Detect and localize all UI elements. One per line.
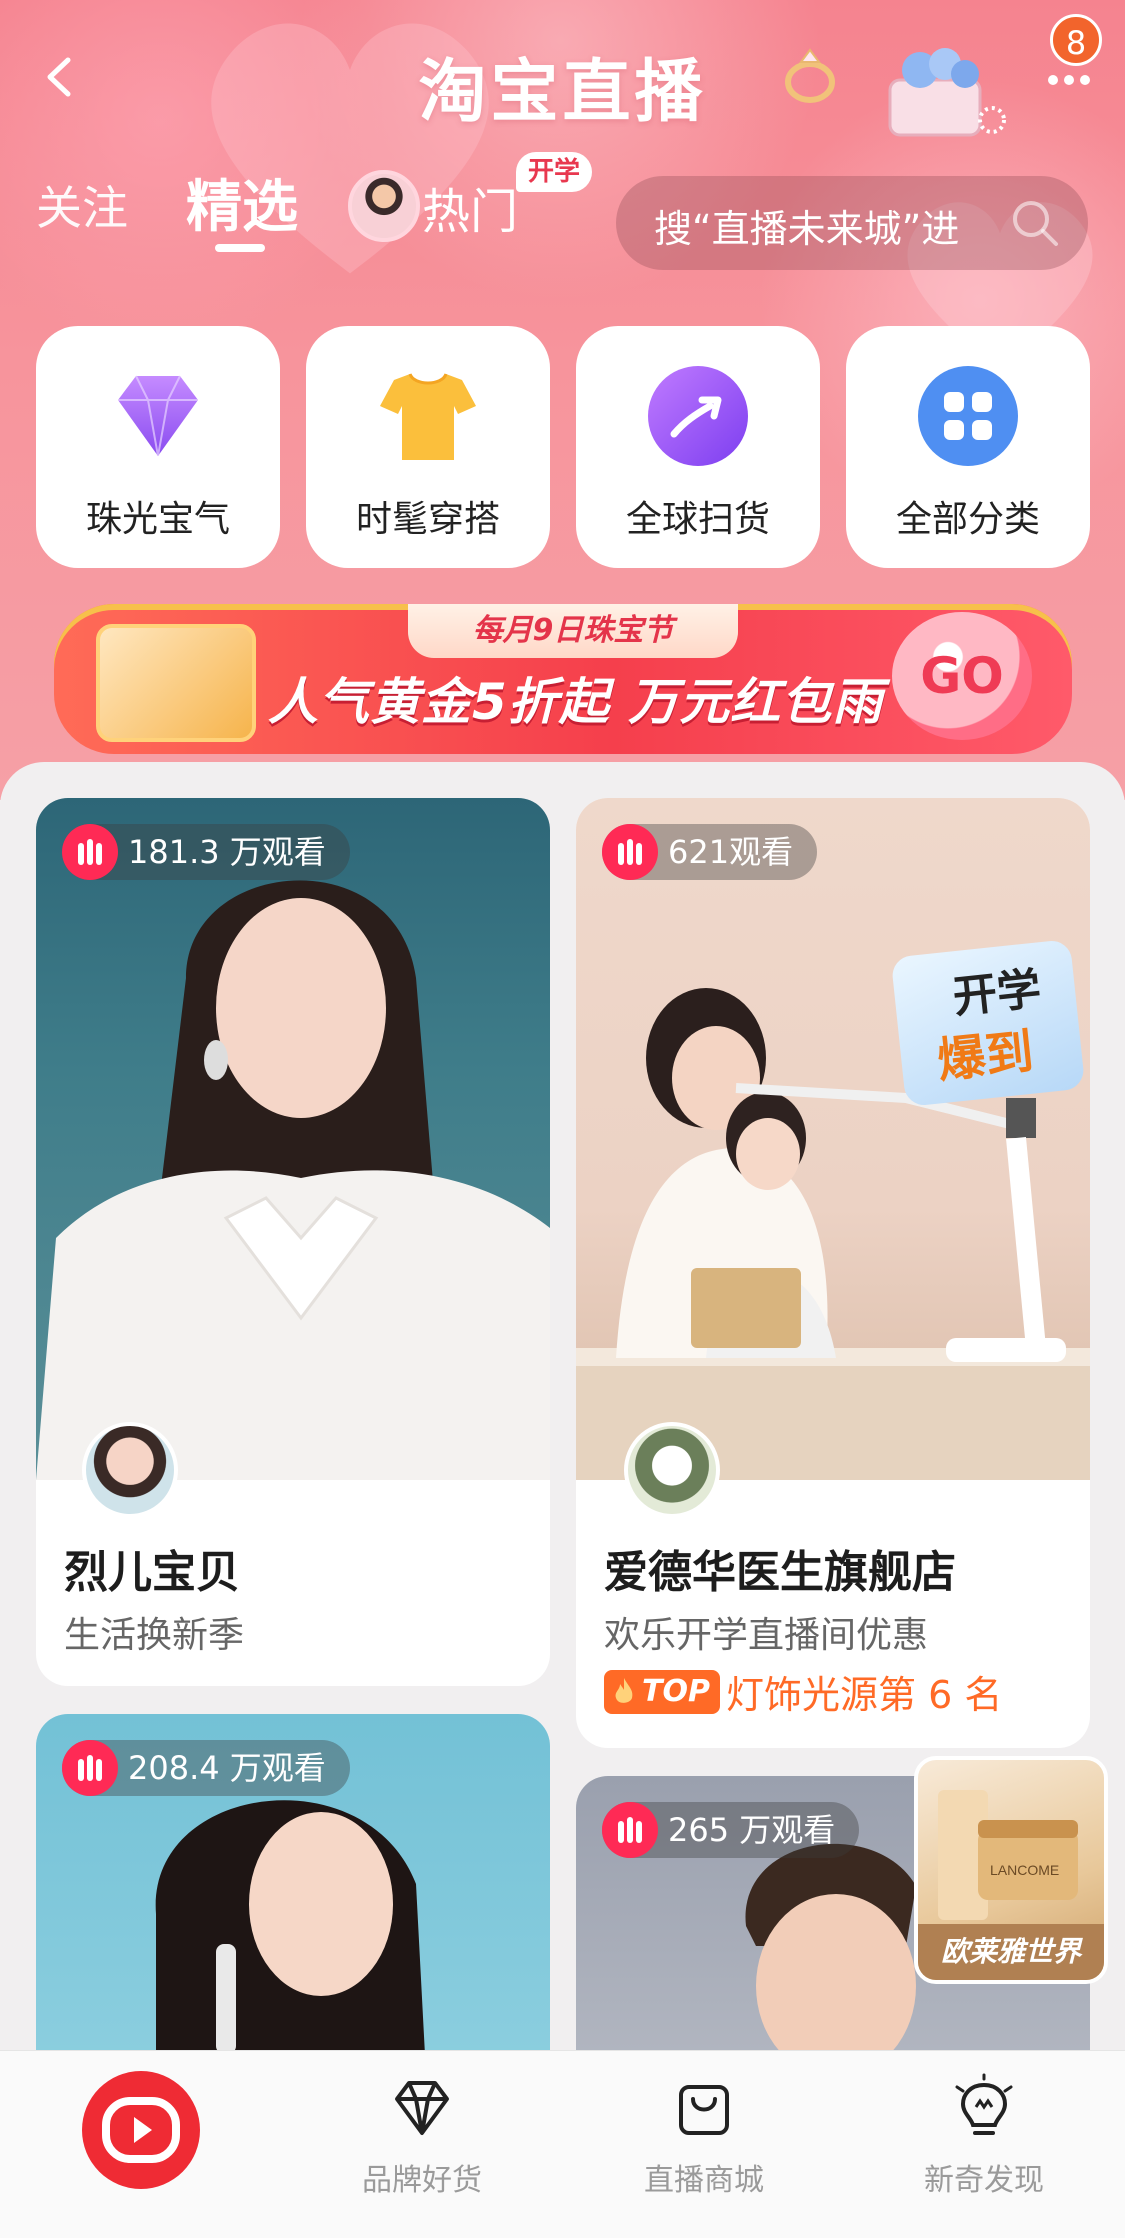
view-count-text: 181.3 万观看 bbox=[128, 833, 326, 871]
category-label: 珠光宝气 bbox=[85, 499, 230, 540]
lightbulb-icon bbox=[955, 2073, 1013, 2135]
view-count: 265 万观看 bbox=[602, 1802, 860, 1858]
shopping-bag-icon bbox=[679, 2085, 729, 2135]
tab-hot-avatar bbox=[348, 170, 420, 242]
category-jewelry[interactable]: 珠光宝气 bbox=[36, 326, 280, 568]
diamond-outline-icon bbox=[395, 2081, 449, 2135]
ring-decoration-icon bbox=[785, 48, 835, 103]
live-cover-image: 开学 爆到 bbox=[576, 798, 1090, 1480]
streamer-photo bbox=[36, 880, 550, 1480]
avatar[interactable] bbox=[624, 1422, 720, 1518]
trend-arrow-icon bbox=[648, 366, 748, 466]
live-cover-image bbox=[36, 798, 550, 1480]
nav-brand-goods[interactable]: 品牌好货 bbox=[322, 2073, 522, 2199]
store-name: 爱德华医生旗舰店 bbox=[604, 1547, 956, 1598]
view-count-text: 208.4 万观看 bbox=[128, 1749, 326, 1787]
category-label: 全球扫货 bbox=[625, 499, 770, 540]
view-count-text: 265 万观看 bbox=[668, 1811, 836, 1849]
floating-ad-label: 欧莱雅世界 bbox=[918, 1924, 1104, 1980]
live-subtitle: 欢乐开学直播间优惠 bbox=[604, 1615, 929, 1656]
product-photo bbox=[576, 988, 1090, 1480]
banner-go-button[interactable]: GO bbox=[892, 612, 1032, 740]
tshirt-icon bbox=[380, 373, 476, 460]
tab-hot-badge: 开学 bbox=[516, 152, 593, 192]
category-global[interactable]: 全球扫货 bbox=[576, 326, 820, 568]
live-play-icon bbox=[102, 2097, 180, 2163]
view-count: 208.4 万观看 bbox=[62, 1740, 350, 1796]
avatar[interactable] bbox=[82, 1422, 178, 1518]
floating-ad[interactable]: LANCOME 欧莱雅世界 bbox=[914, 1756, 1108, 1984]
view-count: 621观看 bbox=[602, 824, 818, 880]
nav-discover[interactable]: 新奇发现 bbox=[884, 2073, 1084, 2199]
nav-label: 直播商城 bbox=[644, 2163, 764, 2198]
streamer-name: 烈儿宝贝 bbox=[64, 1547, 240, 1598]
nav-label: 新奇发现 bbox=[924, 2163, 1044, 2198]
category-label: 时髦穿搭 bbox=[355, 499, 500, 540]
tab-active-indicator bbox=[215, 244, 265, 252]
live-bars-icon bbox=[62, 1740, 118, 1796]
dot-icon bbox=[1048, 75, 1058, 85]
tab-follow[interactable]: 关注 bbox=[36, 172, 128, 238]
live-card[interactable]: 181.3 万观看 烈儿宝贝 生活换新季 bbox=[36, 798, 550, 1686]
svg-text:LANCOME: LANCOME bbox=[990, 1862, 1059, 1878]
live-card[interactable]: 开学 爆到 621观看 爱德华医生旗舰店 欢乐开学直播间优惠 TOP 灯饰光源第… bbox=[576, 798, 1090, 1748]
nav-live-home[interactable] bbox=[82, 2071, 200, 2189]
tab-featured[interactable]: 精选 bbox=[186, 162, 298, 243]
grid-icon bbox=[918, 366, 1018, 466]
more-button[interactable] bbox=[1048, 70, 1098, 90]
live-bars-icon bbox=[602, 824, 658, 880]
search-icon[interactable] bbox=[1008, 196, 1062, 250]
view-count-text: 621观看 bbox=[668, 833, 794, 871]
flame-icon bbox=[615, 1678, 633, 1703]
top-rank-badge: TOP bbox=[604, 1670, 720, 1714]
gold-jewelry-image bbox=[96, 624, 256, 742]
cosmetics-product-image: LANCOME bbox=[938, 1790, 1078, 1920]
bottom-navigation: 品牌好货 直播商城 新奇发现 bbox=[0, 2050, 1125, 2238]
search-placeholder: 搜“直播未来城”进 bbox=[654, 207, 960, 251]
treasure-chest-icon bbox=[888, 48, 1006, 137]
diamond-icon bbox=[118, 375, 198, 457]
dot-icon bbox=[1064, 75, 1074, 85]
live-subtitle: 生活换新季 bbox=[64, 1615, 245, 1656]
banner-text: 人气黄金5折起 万元红包雨 bbox=[268, 673, 884, 731]
nav-live-mall[interactable]: 直播商城 bbox=[604, 2073, 804, 2199]
category-label: 全部分类 bbox=[895, 499, 1040, 540]
live-bars-icon bbox=[62, 824, 118, 880]
dot-icon bbox=[1080, 75, 1090, 85]
rank-text: 灯饰光源第 6 名 bbox=[726, 1673, 1003, 1717]
search-bar[interactable]: 搜“直播未来城”进 bbox=[616, 176, 1088, 270]
live-bars-icon bbox=[602, 1802, 658, 1858]
back-to-school-sticker: 开学 爆到 bbox=[890, 939, 1086, 1107]
banner-tag: 每月9日珠宝节 bbox=[408, 604, 738, 658]
nav-label: 品牌好货 bbox=[362, 2163, 482, 2198]
tab-hot[interactable]: 热门 bbox=[422, 172, 518, 242]
category-fashion[interactable]: 时髦穿搭 bbox=[306, 326, 550, 568]
notification-badge: 8 bbox=[1050, 14, 1102, 66]
category-all[interactable]: 全部分类 bbox=[846, 326, 1090, 568]
view-count: 181.3 万观看 bbox=[62, 824, 350, 880]
